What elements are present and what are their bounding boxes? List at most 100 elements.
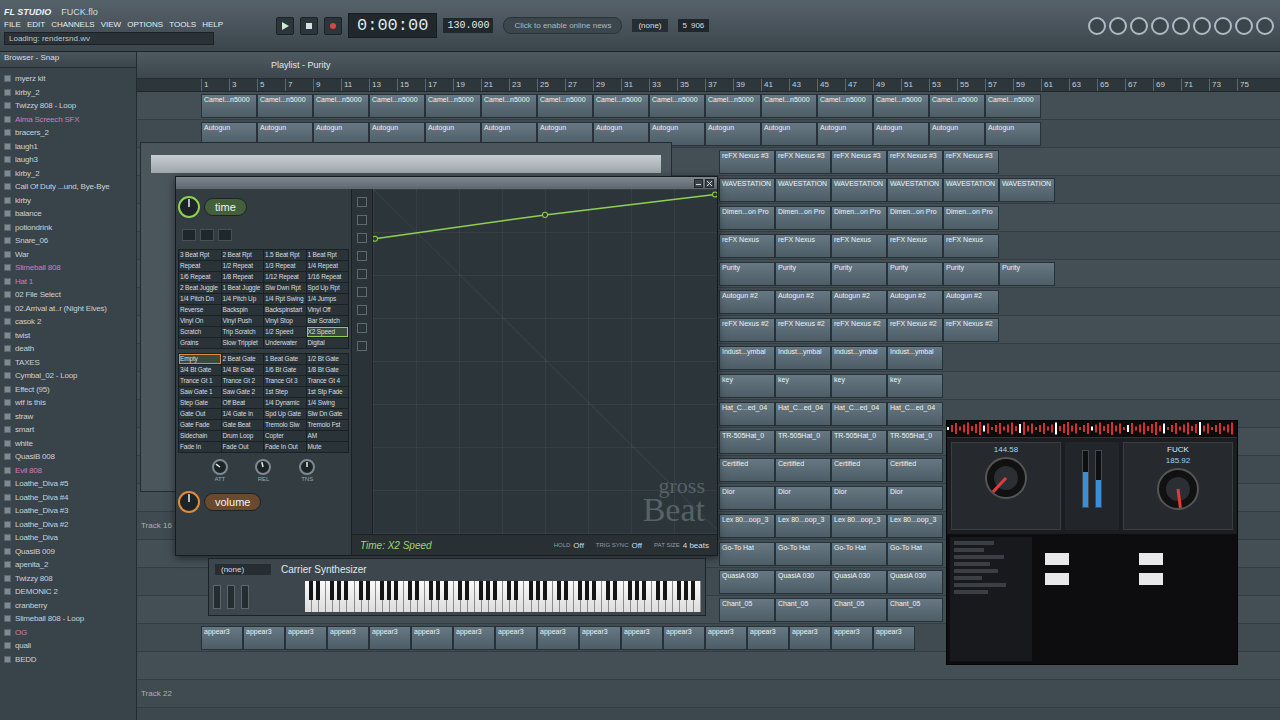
pattern-clip[interactable]: Go-To Hat <box>887 542 943 566</box>
piano-key[interactable] <box>482 581 489 612</box>
browser-item[interactable]: Twizzy 808 <box>0 572 136 586</box>
piano-key[interactable] <box>454 581 461 612</box>
piano-key[interactable] <box>642 581 646 600</box>
browser-item[interactable]: kirby <box>0 194 136 208</box>
time-preset[interactable]: Vinyl Stop <box>264 316 306 326</box>
pattern-clip[interactable]: Indust...ymbal <box>887 346 943 370</box>
tool-icon[interactable] <box>357 341 367 351</box>
menu-item[interactable]: EDIT <box>27 20 45 29</box>
piano-key[interactable] <box>635 581 639 600</box>
slider[interactable] <box>241 585 249 609</box>
time-preset[interactable]: Trip Scratch <box>222 327 264 337</box>
time-preset[interactable]: Grains <box>179 338 221 348</box>
piano-key[interactable] <box>687 581 694 612</box>
pattern-clip[interactable]: reFX Nexus #2 <box>775 318 831 342</box>
browser-item[interactable]: BEDD <box>0 653 136 667</box>
pattern-clip[interactable]: key <box>719 374 775 398</box>
pattern-clip[interactable]: Hat_C...ed_04 <box>887 402 943 426</box>
shortcut-icon[interactable] <box>1151 17 1169 35</box>
piano-key[interactable] <box>638 581 645 612</box>
play-button[interactable] <box>276 17 294 35</box>
pattern-clip[interactable]: appear3 <box>579 626 621 650</box>
pattern-clip[interactable]: reFX Nexus <box>775 234 831 258</box>
piano-key[interactable] <box>359 581 363 600</box>
pattern-clip[interactable]: Autogun <box>817 122 873 146</box>
folder-entry[interactable] <box>954 555 1004 559</box>
pattern-clip[interactable]: Go-To Hat <box>719 542 775 566</box>
piano-key[interactable] <box>546 581 553 612</box>
pattern-clip[interactable]: Indust...ymbal <box>775 346 831 370</box>
piano-key[interactable] <box>415 581 419 600</box>
pattern-clip[interactable]: Dior <box>831 486 887 510</box>
browser-item[interactable]: quali <box>0 639 136 653</box>
time-preset[interactable]: 2 Beat Rpt <box>222 250 264 260</box>
pattern-clip[interactable]: Purity <box>719 262 775 286</box>
folder-entry[interactable] <box>954 576 982 580</box>
pattern-clip[interactable]: Dimen...on Pro <box>887 206 943 230</box>
pattern-clip[interactable]: Camel...n5000 <box>649 94 705 118</box>
folder-entry[interactable] <box>954 548 984 552</box>
pattern-clip[interactable]: Camel...n5000 <box>929 94 985 118</box>
time-preset[interactable]: Digital <box>307 338 349 348</box>
pattern-clip[interactable]: reFX Nexus #3 <box>943 150 999 174</box>
shortcut-icon[interactable] <box>1214 17 1232 35</box>
pattern-clip[interactable]: Dior <box>775 486 831 510</box>
pattern-clip[interactable]: appear3 <box>621 626 663 650</box>
time-preset[interactable]: 1/12 Repeat <box>264 272 306 282</box>
time-preset[interactable]: 1/16 Repeat <box>307 272 349 282</box>
pattern-clip[interactable]: Go-To Hat <box>775 542 831 566</box>
volume-preset[interactable]: 1/4 Bt Gate <box>222 365 264 375</box>
volume-preset[interactable]: Off Beat <box>222 398 264 408</box>
piano-key[interactable] <box>539 581 546 612</box>
pattern-clip[interactable]: Indust...ymbal <box>719 346 775 370</box>
time-preset[interactable]: 1/4 Jumps <box>307 294 349 304</box>
piano-key[interactable] <box>514 581 518 600</box>
slot-icon[interactable] <box>200 229 214 241</box>
file-entry[interactable] <box>1045 573 1069 585</box>
pattern-clip[interactable]: Autogun #2 <box>943 290 999 314</box>
pattern-clip[interactable]: Certified <box>719 458 775 482</box>
pattern-clip[interactable]: Purity <box>887 262 943 286</box>
option[interactable]: PAT SIZE4 beats <box>654 541 709 550</box>
time-preset[interactable]: 1.5 Beat Rpt <box>264 250 306 260</box>
browser-item[interactable]: cranberry <box>0 599 136 613</box>
volume-preset[interactable]: Drum Loop <box>222 431 264 441</box>
pattern-clip[interactable]: Hat_C...ed_04 <box>775 402 831 426</box>
volume-preset[interactable]: Spd Up Gate <box>264 409 306 419</box>
browser-item[interactable]: Loathe_Diva <box>0 531 136 545</box>
shortcut-icon[interactable] <box>1235 17 1253 35</box>
time-preset[interactable]: Backspin <box>222 305 264 315</box>
time-preset[interactable]: 1 Beat Rpt <box>307 250 349 260</box>
piano-key[interactable] <box>333 581 340 612</box>
browser-item[interactable]: Slimeball 808 <box>0 261 136 275</box>
time-preset[interactable]: Slw Dwn Rpt <box>264 283 306 293</box>
pattern-clip[interactable]: Camel...n5000 <box>537 94 593 118</box>
tool-icon[interactable] <box>357 215 367 225</box>
pattern-clip[interactable]: reFX Nexus <box>719 234 775 258</box>
time-preset[interactable]: 1/8 Repeat <box>222 272 264 282</box>
browser-item[interactable]: casok 2 <box>0 315 136 329</box>
piano-key[interactable] <box>429 581 433 600</box>
target-selector[interactable]: (none) <box>215 564 271 575</box>
piano-key[interactable] <box>340 581 347 612</box>
piano-key[interactable] <box>666 581 673 612</box>
piano-key[interactable] <box>536 581 540 600</box>
pattern-clip[interactable]: reFX Nexus #3 <box>719 150 775 174</box>
pattern-clip[interactable]: Dior <box>887 486 943 510</box>
browser-item[interactable]: Hat 1 <box>0 275 136 289</box>
pattern-clip[interactable]: Camel...n5000 <box>873 94 929 118</box>
pattern-clip[interactable]: QuasiA 030 <box>831 570 887 594</box>
piano-key[interactable] <box>432 581 439 612</box>
tool-icon[interactable] <box>357 233 367 243</box>
browser-item[interactable]: bracers_2 <box>0 126 136 140</box>
piano-key[interactable] <box>606 581 610 600</box>
pattern-clip[interactable]: Autogun #2 <box>831 290 887 314</box>
pattern-clip[interactable]: Camel...n5000 <box>313 94 369 118</box>
piano-key[interactable] <box>529 581 533 600</box>
folder-entry[interactable] <box>954 590 988 594</box>
piano-key[interactable] <box>380 581 384 600</box>
volume-preset[interactable]: 1/4 Gate In <box>222 409 264 419</box>
pattern-clip[interactable]: Hat_C...ed_04 <box>719 402 775 426</box>
piano-key[interactable] <box>390 581 397 612</box>
piano-key[interactable] <box>553 581 560 612</box>
